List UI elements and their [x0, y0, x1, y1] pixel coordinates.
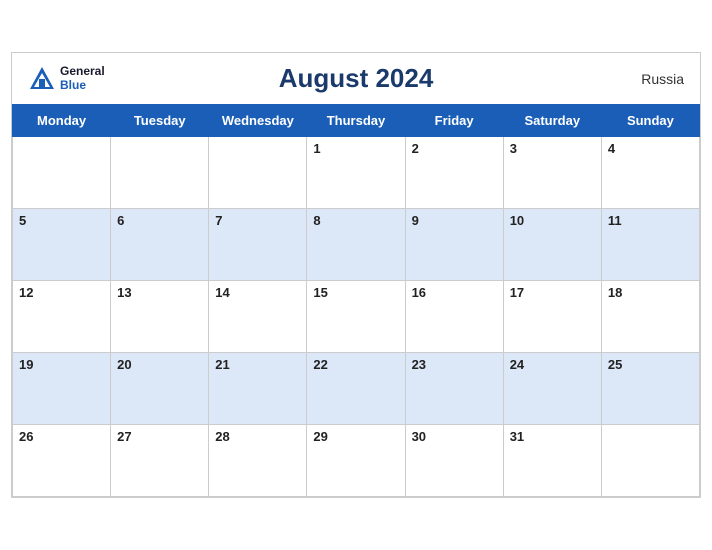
calendar-cell: 24 [503, 353, 601, 425]
day-number: 17 [510, 285, 524, 300]
day-number: 18 [608, 285, 622, 300]
calendar-cell: 9 [405, 209, 503, 281]
day-number: 8 [313, 213, 320, 228]
calendar-cell: 7 [209, 209, 307, 281]
day-number: 7 [215, 213, 222, 228]
week-row-2: 5 6 7 8 9 10 11 [13, 209, 700, 281]
day-number: 19 [19, 357, 33, 372]
day-number: 24 [510, 357, 524, 372]
calendar-cell: 10 [503, 209, 601, 281]
week-row-5: 26 27 28 29 30 31 [13, 425, 700, 497]
header-thursday: Thursday [307, 105, 405, 137]
calendar-grid: Monday Tuesday Wednesday Thursday Friday… [12, 104, 700, 497]
calendar-cell: 31 [503, 425, 601, 497]
calendar-cell: 27 [111, 425, 209, 497]
header-monday: Monday [13, 105, 111, 137]
week-row-4: 19 20 21 22 23 24 25 [13, 353, 700, 425]
calendar-cell: 16 [405, 281, 503, 353]
calendar-cell: 11 [601, 209, 699, 281]
calendar-cell [13, 137, 111, 209]
calendar-cell: 13 [111, 281, 209, 353]
general-blue-logo-icon [28, 65, 56, 93]
calendar-cell: 8 [307, 209, 405, 281]
day-number: 11 [608, 213, 622, 228]
calendar-cell: 12 [13, 281, 111, 353]
day-number: 27 [117, 429, 131, 444]
header-tuesday: Tuesday [111, 105, 209, 137]
day-number: 9 [412, 213, 419, 228]
day-number: 6 [117, 213, 124, 228]
header-wednesday: Wednesday [209, 105, 307, 137]
day-number: 31 [510, 429, 524, 444]
calendar-header: General Blue August 2024 Russia [12, 53, 700, 104]
day-number: 20 [117, 357, 131, 372]
calendar-cell: 18 [601, 281, 699, 353]
calendar-cell [601, 425, 699, 497]
header-friday: Friday [405, 105, 503, 137]
day-number: 4 [608, 141, 615, 156]
calendar-cell: 21 [209, 353, 307, 425]
day-number: 29 [313, 429, 327, 444]
day-number: 28 [215, 429, 229, 444]
calendar-cell: 19 [13, 353, 111, 425]
calendar-cell: 4 [601, 137, 699, 209]
calendar-cell: 14 [209, 281, 307, 353]
calendar-cell: 17 [503, 281, 601, 353]
day-number: 5 [19, 213, 26, 228]
day-number: 2 [412, 141, 419, 156]
calendar-cell: 1 [307, 137, 405, 209]
logo-area: General Blue [28, 65, 105, 93]
day-number: 26 [19, 429, 33, 444]
day-number: 22 [313, 357, 327, 372]
calendar-cell: 30 [405, 425, 503, 497]
header-saturday: Saturday [503, 105, 601, 137]
calendar-cell: 26 [13, 425, 111, 497]
day-number: 1 [313, 141, 320, 156]
calendar-container: General Blue August 2024 Russia Monday T… [11, 52, 701, 498]
calendar-title: August 2024 [279, 63, 434, 94]
logo-blue-text: Blue [60, 79, 105, 92]
day-number: 21 [215, 357, 229, 372]
calendar-cell [209, 137, 307, 209]
day-number: 14 [215, 285, 229, 300]
day-number: 15 [313, 285, 327, 300]
calendar-cell: 15 [307, 281, 405, 353]
calendar-cell: 2 [405, 137, 503, 209]
day-number: 23 [412, 357, 426, 372]
calendar-cell: 29 [307, 425, 405, 497]
calendar-cell: 6 [111, 209, 209, 281]
day-number: 10 [510, 213, 524, 228]
calendar-cell: 25 [601, 353, 699, 425]
calendar-cell: 3 [503, 137, 601, 209]
calendar-cell: 23 [405, 353, 503, 425]
day-number: 30 [412, 429, 426, 444]
calendar-cell [111, 137, 209, 209]
week-row-3: 12 13 14 15 16 17 18 [13, 281, 700, 353]
day-number: 13 [117, 285, 131, 300]
week-row-1: 1 2 3 4 [13, 137, 700, 209]
header-sunday: Sunday [601, 105, 699, 137]
day-number: 16 [412, 285, 426, 300]
day-number: 25 [608, 357, 622, 372]
calendar-cell: 28 [209, 425, 307, 497]
calendar-cell: 5 [13, 209, 111, 281]
calendar-cell: 20 [111, 353, 209, 425]
day-number: 3 [510, 141, 517, 156]
calendar-cell: 22 [307, 353, 405, 425]
days-header-row: Monday Tuesday Wednesday Thursday Friday… [13, 105, 700, 137]
country-label: Russia [641, 71, 684, 87]
day-number: 12 [19, 285, 33, 300]
